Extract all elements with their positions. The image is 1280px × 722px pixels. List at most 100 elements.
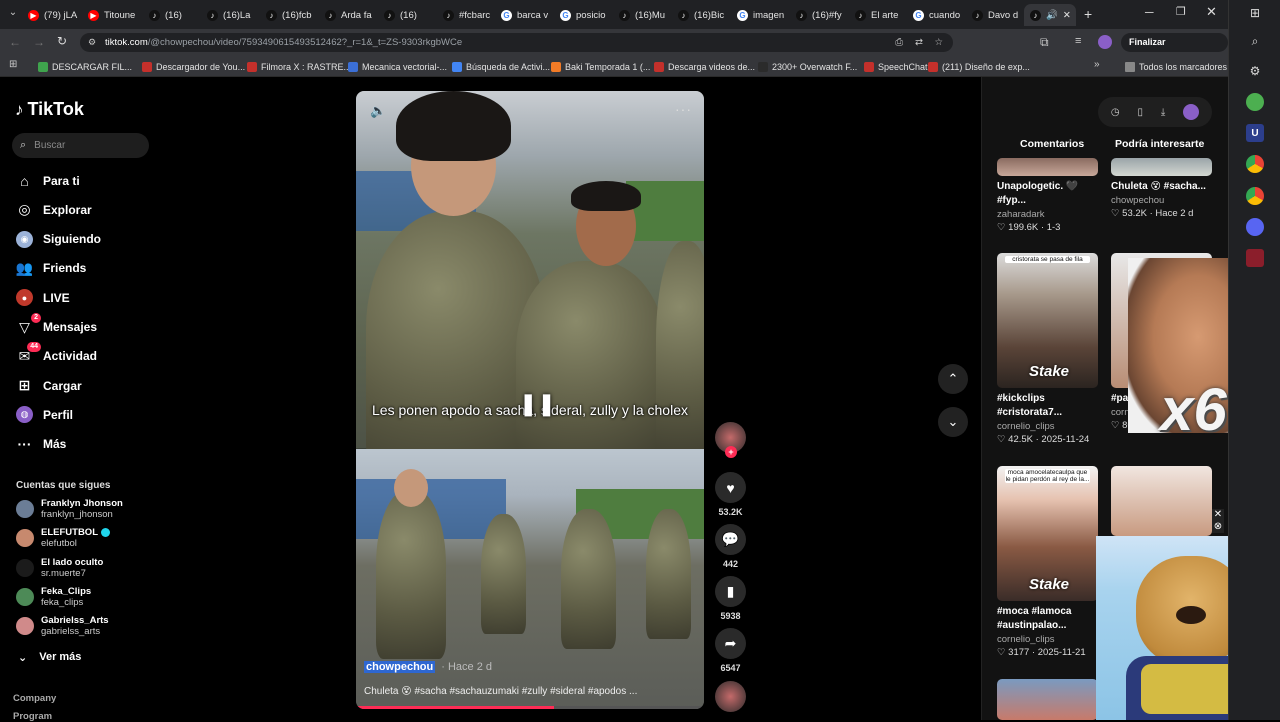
browser-tab[interactable]: Gbarca v (495, 4, 552, 26)
bookmark-item[interactable]: (211) Diseño de exp... (928, 59, 1030, 74)
install-icon[interactable]: ⎙ (895, 33, 903, 52)
bookmark-item[interactable]: 2300+ Overwatch F... (758, 59, 857, 74)
followed-account[interactable]: Franklyn Jhonson franklyn_jhonson (16, 498, 123, 520)
browser-tab[interactable]: ♪ (16)fcb (260, 4, 317, 26)
browser-tab[interactable]: ♪ Arda fa (319, 4, 376, 26)
close-window-button[interactable]: ✕ (1206, 4, 1217, 20)
browser-tab[interactable]: ♪ (16)Mu (613, 4, 670, 26)
recommended-card[interactable]: cristorata se pasa de fila Stake #kickcl… (997, 253, 1098, 445)
apps-icon[interactable]: ⊞ (9, 59, 17, 70)
download-icon[interactable]: ⤓ (1161, 107, 1165, 118)
browser-tab[interactable]: ♪ (16) (143, 4, 199, 26)
bookmarks-overflow-icon[interactable]: » (1094, 59, 1100, 70)
tab-recommended[interactable]: Podría interesarte (1115, 138, 1204, 150)
tiktok-logo[interactable]: ♪ TikTok (15, 99, 84, 120)
nav-item-live[interactable]: ● LIVE (16, 289, 70, 307)
app-green-icon[interactable] (1246, 93, 1264, 111)
nav-item-activity[interactable]: ✉ 44 Actividad (16, 341, 97, 365)
all-bookmarks[interactable]: Todos los marcadores (1125, 59, 1227, 74)
browser-tab[interactable]: Gposicio (554, 4, 611, 26)
app-u-icon[interactable]: U (1246, 124, 1264, 142)
followed-account[interactable]: El lado oculto sr.muerte7 (16, 557, 103, 579)
search-input[interactable]: ⌕ Buscar (12, 133, 149, 158)
share-button[interactable]: ➦ 6547 (715, 628, 746, 673)
bookmark-item[interactable]: DESCARGAR FIL... (38, 59, 132, 74)
close-overlay-icon[interactable]: ✕ ⊗ (1212, 509, 1224, 533)
recommended-card[interactable]: Chuleta 😵 #sacha... chowpechou ♡ 53.2K ·… (1111, 158, 1212, 219)
recommended-card[interactable]: Unapologetic. 🖤 #fyp... zaharadark ♡ 199… (997, 158, 1098, 233)
nav-item-more[interactable]: ··· Más (16, 436, 67, 453)
nav-item-upload[interactable]: ⊞ Cargar (16, 377, 82, 394)
author-name[interactable]: chowpechou (364, 661, 436, 673)
bookmark-item[interactable]: Mecanica vectorial-... (348, 59, 447, 74)
mini-player-icon[interactable]: ▯ (1137, 107, 1143, 118)
sound-avatar[interactable] (715, 681, 746, 716)
browser-tab[interactable]: Gcuando (907, 4, 964, 26)
bookmark-item[interactable]: Descarga videos de... (654, 59, 755, 74)
site-info-icon[interactable]: ⚙ (88, 33, 96, 52)
extensions-icon[interactable]: ⧉ (1040, 35, 1049, 50)
app-red-icon[interactable] (1246, 249, 1264, 267)
browser-tab[interactable]: ♪ #fcbarc (437, 4, 493, 26)
browser-tab[interactable]: ♪ El arte (849, 4, 905, 26)
follow-plus-icon[interactable]: + (725, 446, 737, 458)
forward-icon[interactable]: → (33, 35, 45, 49)
search-icon[interactable]: ⌕ (1246, 32, 1264, 50)
next-video-button[interactable]: ⌄ (938, 407, 968, 437)
video-progress-bar[interactable] (356, 706, 704, 709)
restore-button[interactable]: ❐ (1176, 5, 1186, 18)
browser-tab[interactable]: ♪ (16)La (201, 4, 258, 26)
nav-item-friends[interactable]: 👥 Friends (16, 260, 87, 277)
nav-item-home[interactable]: ⌂ Para ti (16, 172, 79, 189)
media-icon[interactable]: ≡ (1075, 35, 1081, 47)
save-button[interactable]: ▮ 5938 (715, 576, 746, 621)
followed-account[interactable]: Feka_Clips feka_clips (16, 586, 91, 608)
followed-account[interactable]: Gabrielss_Arts gabrielss_arts (16, 615, 109, 637)
followed-account[interactable]: ELEFUTBOL elefutbol (16, 527, 110, 549)
tab-search-button[interactable]: ⌄ (6, 7, 20, 21)
bookmark-item[interactable]: Filmora X : RASTRE... (247, 59, 351, 74)
back-icon[interactable]: ← (9, 35, 21, 49)
footer-program[interactable]: Program (13, 711, 52, 722)
nav-item-profile[interactable]: ◍ Perfil (16, 406, 73, 424)
close-tab-icon[interactable]: ✕ (1063, 10, 1071, 21)
settings-icon[interactable]: ⚙ (1246, 62, 1264, 80)
browser-tab[interactable]: ♪ (16)Bic (672, 4, 729, 26)
recommended-card[interactable] (1111, 466, 1212, 536)
author-avatar[interactable]: + (715, 422, 746, 458)
reload-icon[interactable]: ↻ (57, 34, 67, 48)
bookmark-item[interactable]: SpeechChat (864, 59, 928, 74)
bookmark-item[interactable]: Baki Temporada 1 (... (551, 59, 650, 74)
browser-tab[interactable]: ▶ Titoune (82, 4, 141, 26)
chrome-icon[interactable] (1246, 187, 1264, 205)
comment-button[interactable]: 💬 442 (715, 524, 746, 569)
tab-comments[interactable]: Comentarios (1020, 138, 1084, 150)
recommended-card[interactable] (997, 679, 1098, 720)
speed-icon[interactable]: ◷ (1111, 107, 1120, 118)
video-player[interactable]: 🔈 ··· Les ponen apodo a sacha, sideral, … (356, 91, 704, 709)
nav-item-messages[interactable]: ▽ 2 Mensajes (16, 312, 97, 336)
profile-icon[interactable] (1098, 35, 1112, 49)
discord-icon[interactable] (1246, 218, 1264, 236)
active-tab[interactable]: ♪ 🔊 ✕ (1024, 4, 1076, 26)
translate-icon[interactable]: ⇄ (915, 33, 923, 52)
nav-item-following[interactable]: ◉ Siguiendo (16, 230, 101, 248)
pause-icon[interactable]: ❚❚ (519, 391, 556, 417)
like-button[interactable]: ♥ 53.2K (715, 472, 746, 517)
chrome-icon[interactable] (1246, 155, 1264, 173)
previous-video-button[interactable]: ⌃ (938, 364, 968, 394)
more-options-icon[interactable]: ··· (675, 101, 692, 117)
browser-tab[interactable]: ♪ (16)#fy (790, 4, 847, 26)
windows-start-icon[interactable]: ⊞ (1246, 4, 1264, 22)
browser-tab[interactable]: ♪ (16) (378, 4, 435, 26)
user-avatar[interactable] (1183, 104, 1200, 120)
browser-tab[interactable]: ♪ Davo d (966, 4, 1022, 26)
recommended-card[interactable]: moca amocelatecaulpa que le pidan perdón… (997, 466, 1098, 658)
update-button[interactable]: Finalizar actualización ⋮ (1121, 33, 1228, 66)
see-more-button[interactable]: ⌄ Ver más (18, 651, 81, 664)
nav-item-compass[interactable]: ◎ Explorar (16, 201, 91, 218)
volume-icon[interactable]: 🔈 (370, 103, 386, 119)
new-tab-button[interactable]: + (1084, 6, 1092, 22)
bookmark-item[interactable]: Búsqueda de Activi... (452, 59, 550, 74)
minimize-button[interactable]: ─ (1145, 5, 1154, 19)
